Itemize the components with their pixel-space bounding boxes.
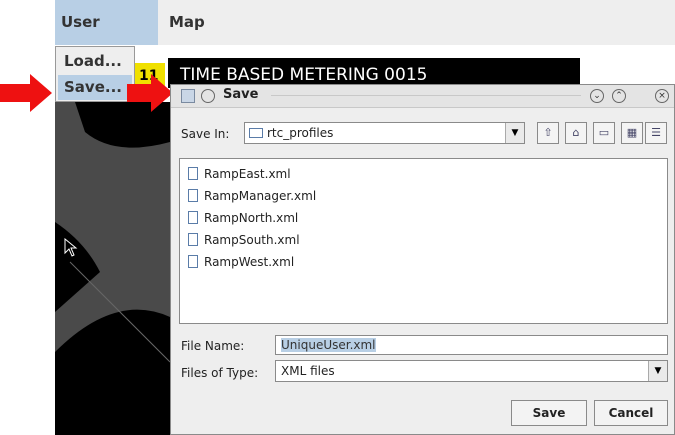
menu-user-profile[interactable]: User Profile bbox=[55, 0, 158, 76]
save-in-value: rtc_profiles bbox=[267, 126, 334, 140]
new-folder-button[interactable]: ▭ bbox=[593, 122, 615, 144]
file-list[interactable]: RampEast.xml RampManager.xml RampNorth.x… bbox=[179, 158, 668, 324]
file-name: RampManager.xml bbox=[204, 189, 317, 203]
map-shapes bbox=[55, 102, 170, 435]
file-icon bbox=[188, 255, 198, 268]
titlebar-divider bbox=[271, 95, 581, 97]
file-icon bbox=[188, 189, 198, 202]
list-item[interactable]: RampSouth.xml bbox=[188, 229, 300, 251]
file-name-label: File Name: bbox=[181, 339, 245, 353]
menu-map-options[interactable]: Map Options bbox=[163, 0, 275, 76]
menu-item-save-label: Save... bbox=[64, 78, 122, 96]
menu-item-save[interactable]: Save... bbox=[58, 75, 132, 100]
java-app-icon bbox=[181, 89, 195, 103]
file-name: RampNorth.xml bbox=[204, 211, 299, 225]
dialog-title: Save bbox=[223, 87, 259, 102]
save-dialog: Save ⌄ ⌃ × Save In: rtc_profiles ▼ ⇧ ⌂ ▭… bbox=[170, 84, 675, 435]
file-name: RampEast.xml bbox=[204, 167, 291, 181]
mouse-cursor-icon bbox=[64, 238, 78, 257]
maximize-icon[interactable]: ⌃ bbox=[612, 89, 626, 103]
save-in-combo[interactable]: rtc_profiles ▼ bbox=[244, 122, 525, 144]
list-item[interactable]: RampEast.xml bbox=[188, 163, 291, 185]
save-in-label: Save In: bbox=[181, 127, 230, 141]
chevron-down-icon[interactable]: ▼ bbox=[505, 123, 524, 143]
list-item[interactable]: RampManager.xml bbox=[188, 185, 316, 207]
map-canvas[interactable] bbox=[55, 102, 170, 435]
files-of-type-label: Files of Type: bbox=[181, 366, 259, 380]
file-icon bbox=[188, 233, 198, 246]
list-item[interactable]: RampNorth.xml bbox=[188, 207, 298, 229]
files-of-type-value: XML files bbox=[281, 364, 335, 378]
menu-item-load-label: Load... bbox=[64, 52, 122, 70]
red-arrow-icon bbox=[0, 74, 52, 112]
window-menu-icon[interactable] bbox=[201, 89, 215, 103]
files-of-type-combo[interactable]: XML files ▼ bbox=[275, 360, 668, 382]
chevron-down-icon[interactable]: ▼ bbox=[648, 361, 667, 381]
close-icon[interactable]: × bbox=[655, 89, 669, 103]
minimize-icon[interactable]: ⌄ bbox=[590, 89, 604, 103]
file-name: RampWest.xml bbox=[204, 255, 295, 269]
list-item[interactable]: RampWest.xml bbox=[188, 251, 294, 273]
file-icon bbox=[188, 167, 198, 180]
save-button[interactable]: Save bbox=[511, 400, 587, 426]
folder-icon bbox=[249, 128, 263, 138]
file-name: RampSouth.xml bbox=[204, 233, 300, 247]
file-name-value: UniqueUser.xml bbox=[281, 338, 376, 352]
details-view-button[interactable]: ☰ bbox=[645, 122, 667, 144]
cancel-button[interactable]: Cancel bbox=[594, 400, 668, 426]
user-profile-dropdown: Load... Save... bbox=[55, 46, 135, 102]
list-view-button[interactable]: ▦ bbox=[621, 122, 643, 144]
menu-item-load[interactable]: Load... bbox=[58, 49, 132, 74]
up-folder-button[interactable]: ⇧ bbox=[537, 122, 559, 144]
home-folder-button[interactable]: ⌂ bbox=[565, 122, 587, 144]
file-icon bbox=[188, 211, 198, 224]
file-name-input[interactable]: UniqueUser.xml bbox=[275, 335, 668, 355]
